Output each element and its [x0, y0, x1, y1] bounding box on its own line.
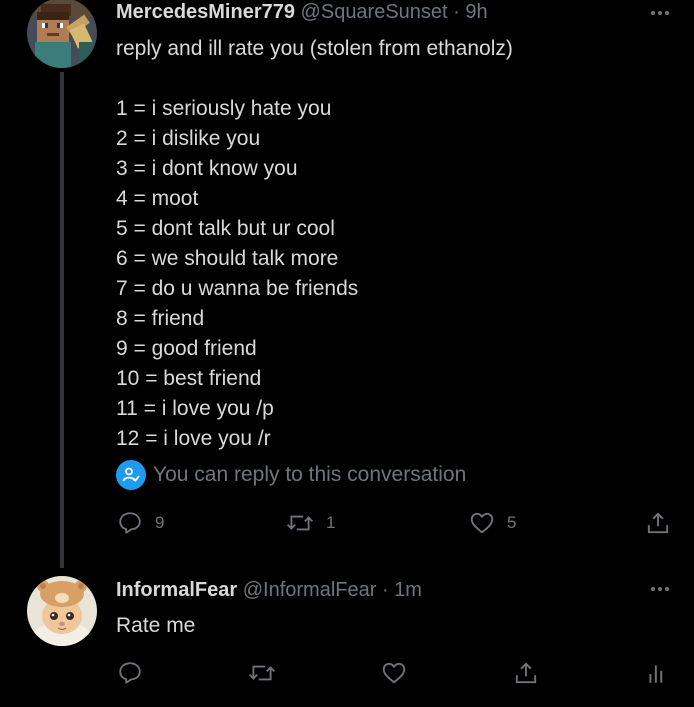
heart-icon: [382, 662, 406, 684]
share-icon: [515, 662, 537, 684]
tweet-text-line: 1 = i seriously hate you: [116, 97, 332, 120]
display-name[interactable]: InformalFear: [116, 579, 237, 601]
like-button[interactable]: 5: [469, 510, 516, 536]
reply-permission-note: You can reply to this conversation: [116, 460, 466, 490]
separator: ·: [453, 1, 460, 23]
reply-permission-text: You can reply to this conversation: [153, 463, 467, 486]
retweet-button[interactable]: 1: [286, 510, 335, 536]
thread-connector: [60, 72, 64, 568]
tweet-text-line: [116, 64, 513, 94]
tweet-text-line: 9 = good friend: [116, 337, 257, 360]
tweet[interactable]: InformalFear @InformalFear · 1m Rate me: [0, 560, 694, 707]
reply-button[interactable]: [117, 660, 143, 686]
reply-icon: [119, 512, 141, 534]
mention-user-icon: [116, 460, 146, 490]
timestamp[interactable]: 1m: [394, 579, 422, 601]
reply-count: 9: [155, 513, 165, 532]
tweet-text-line: 7 = do u wanna be friends: [116, 277, 359, 300]
tweet-text-line: reply and ill rate you (stolen from etha…: [116, 37, 513, 60]
user-handle[interactable]: @SquareSunset: [301, 1, 448, 23]
separator: ·: [381, 579, 389, 601]
retweet-count: 1: [326, 513, 336, 532]
tweet-text: reply and ill rate you (stolen from etha…: [116, 34, 513, 454]
tweet[interactable]: MercedesMiner779 @SquareSunset · 9h repl…: [0, 0, 694, 568]
user-handle[interactable]: @InformalFear: [243, 579, 377, 601]
reply-icon: [119, 662, 141, 684]
tweet-header: MercedesMiner779 @SquareSunset · 9h: [116, 0, 488, 25]
analytics-icon: [649, 665, 663, 683]
retweet-icon: [248, 665, 276, 681]
display-name[interactable]: MercedesMiner779: [116, 1, 295, 23]
share-button[interactable]: [645, 510, 671, 536]
more-icon[interactable]: [650, 0, 670, 21]
tweet-text-line: 2 = i dislike you: [116, 127, 261, 150]
tweet-text-line: 4 = moot: [116, 187, 199, 210]
retweet-icon: [286, 515, 314, 531]
tweet-text-line: Rate me: [116, 614, 196, 637]
heart-icon: [470, 512, 494, 534]
avatar[interactable]: [27, 576, 97, 646]
tweet-header: InformalFear @InformalFear · 1m: [116, 577, 422, 603]
tweet-text: Rate me: [116, 611, 195, 641]
tweet-text-line: 5 = dont talk but ur cool: [116, 217, 335, 240]
tweet-text-line: 11 = i love you /p: [116, 397, 274, 420]
tweet-text-line: 10 = best friend: [116, 367, 262, 390]
like-count: 5: [507, 513, 517, 532]
timestamp[interactable]: 9h: [465, 1, 487, 23]
more-icon[interactable]: [650, 576, 670, 597]
retweet-button[interactable]: [248, 660, 276, 686]
analytics-button[interactable]: [645, 660, 671, 686]
share-icon: [647, 512, 669, 534]
avatar[interactable]: [27, 0, 97, 68]
tweet-text-line: 3 = i dont know you: [116, 157, 298, 180]
share-button[interactable]: [513, 660, 539, 686]
tweet-text-line: 12 = i love you /r: [116, 427, 271, 450]
like-button[interactable]: [381, 660, 407, 686]
tweet-text-line: 8 = friend: [116, 307, 205, 330]
tweet-text-line: 6 = we should talk more: [116, 247, 339, 270]
reply-button[interactable]: 9: [117, 510, 164, 536]
